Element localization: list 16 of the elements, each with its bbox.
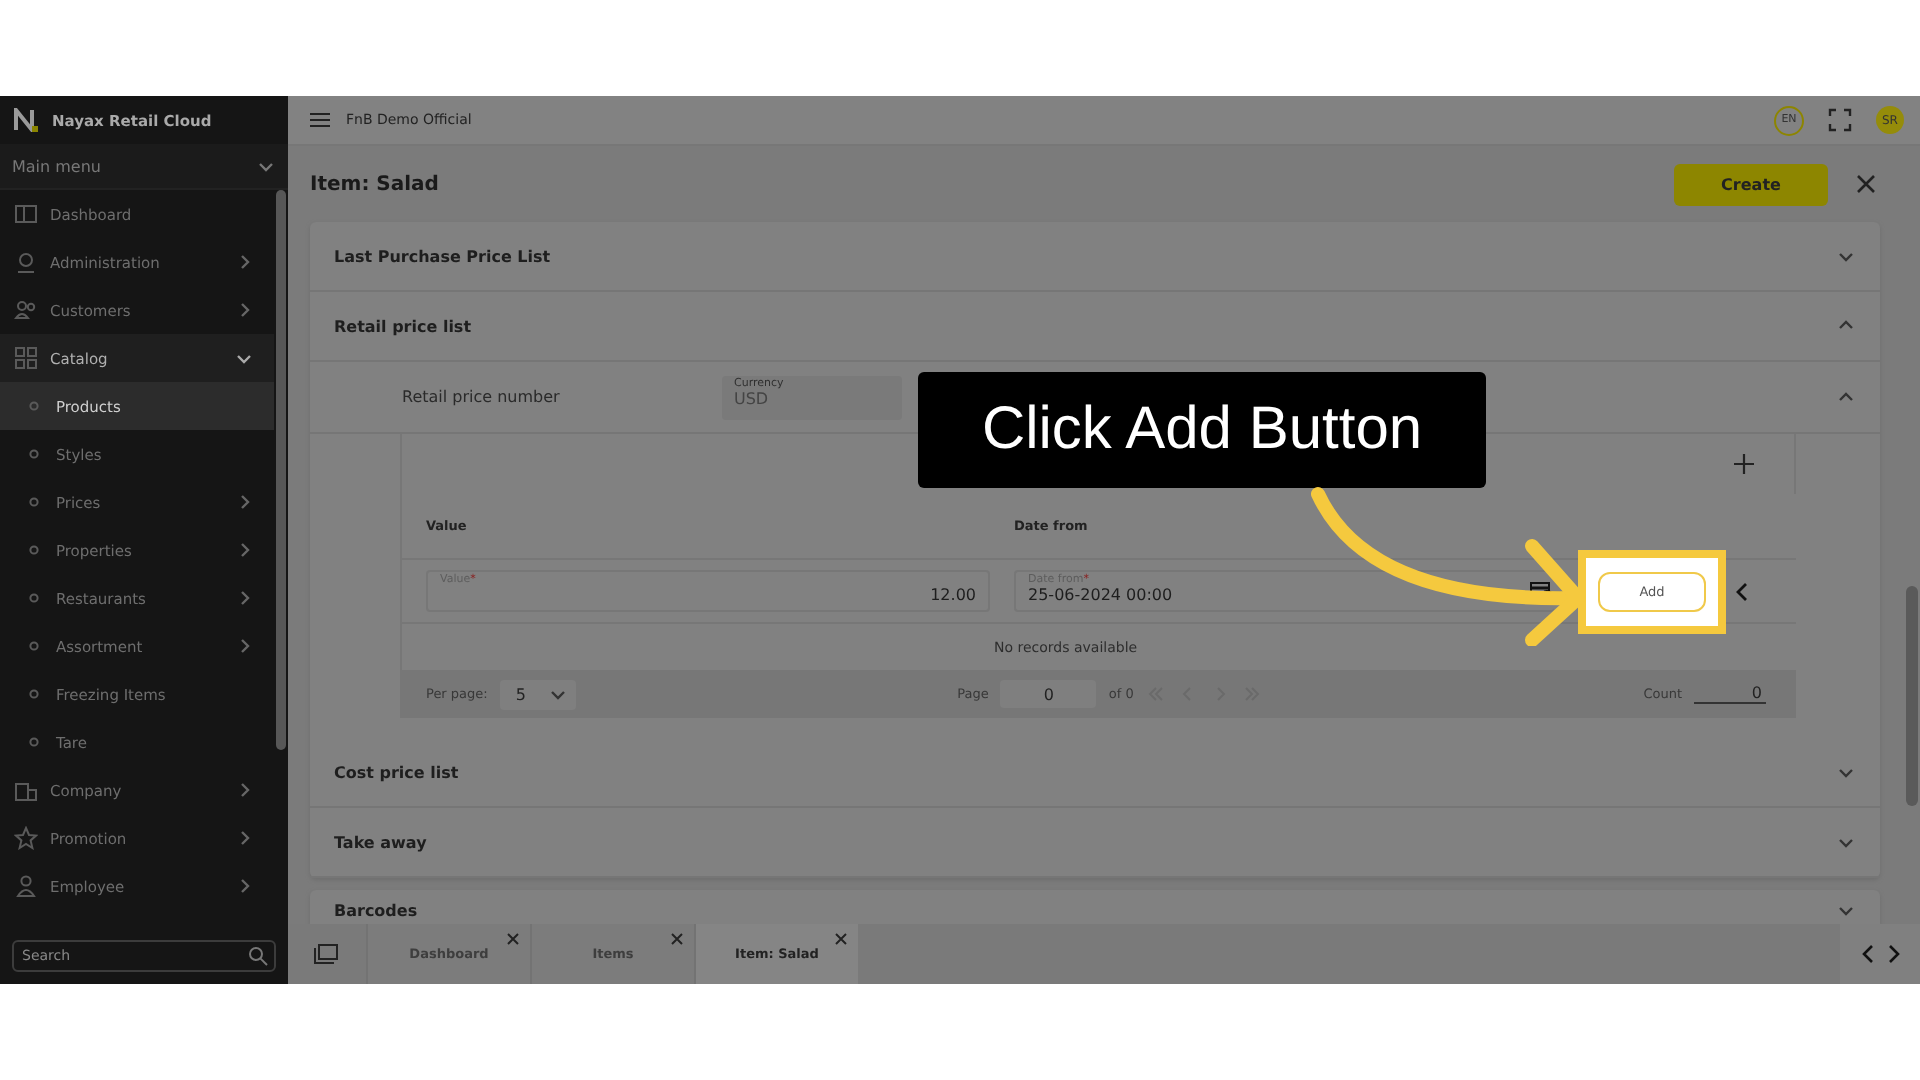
callout-label: Click Add Button (918, 372, 1486, 488)
section-header[interactable]: Take away (310, 808, 1880, 878)
section-header[interactable]: Barcodes (310, 890, 1880, 924)
field-value: 12.00 (928, 586, 976, 606)
per-page-select[interactable]: 5 (499, 679, 576, 709)
field-value: 25-06-2024 00:00 (1028, 586, 1175, 606)
create-button[interactable]: Create (1674, 163, 1828, 205)
field-label: Retail price number (402, 388, 562, 406)
section-header[interactable]: Last Purchase Price List (310, 222, 1880, 292)
section-header[interactable]: Cost price list (310, 738, 1880, 808)
page-input[interactable]: 0 (1000, 680, 1097, 708)
section-header[interactable]: Retail price list (310, 292, 1880, 362)
page-title: Item: Salad (310, 173, 439, 195)
menu-header[interactable]: Main menu (0, 144, 288, 190)
menu-title: Main menu (12, 157, 103, 175)
count-value: 0 (1694, 684, 1767, 704)
